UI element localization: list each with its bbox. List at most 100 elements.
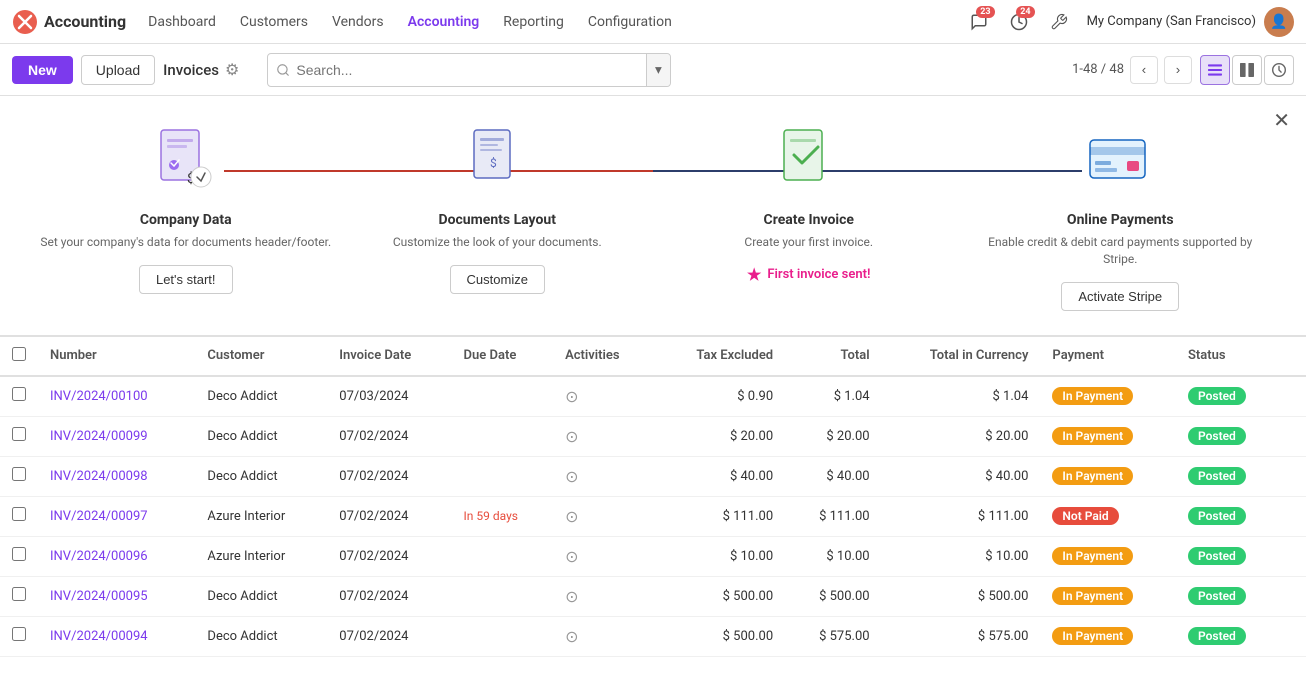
row-checkbox-0[interactable] xyxy=(12,387,26,401)
step-company-button[interactable]: Let's start! xyxy=(139,265,233,294)
cell-number-6: INV/2024/00094 xyxy=(38,616,195,656)
table-row[interactable]: INV/2024/00097 Azure Interior 07/02/2024… xyxy=(0,496,1306,536)
cell-total-4: $ 10.00 xyxy=(785,536,881,576)
cell-total-currency-1: $ 20.00 xyxy=(882,416,1041,456)
close-banner-button[interactable]: ✕ xyxy=(1273,108,1290,133)
cell-activities-2: ⊙ xyxy=(553,456,655,496)
cell-total-currency-2: $ 40.00 xyxy=(882,456,1041,496)
table-header: Number Customer Invoice Date Due Date Ac… xyxy=(0,336,1306,376)
onboarding-step-docs-layout: $ Documents Layout Customize the look of… xyxy=(352,120,644,294)
cell-customer-1: Deco Addict xyxy=(195,416,327,456)
cell-customer-0: Deco Addict xyxy=(195,376,327,417)
nav-vendors[interactable]: Vendors xyxy=(322,10,394,34)
table-row[interactable]: INV/2024/00095 Deco Addict 07/02/2024 ⊙ … xyxy=(0,576,1306,616)
activities-icon-btn[interactable]: 24 xyxy=(1003,6,1035,38)
list-view-icon xyxy=(1208,63,1222,77)
nav-icons-group: 23 24 My Company (San Francisco) 👤 xyxy=(963,6,1294,38)
activities-badge: 24 xyxy=(1016,6,1034,18)
cell-tax-excluded-0: $ 0.90 xyxy=(655,376,785,417)
chat-badge: 23 xyxy=(976,6,994,18)
cell-customer-4: Azure Interior xyxy=(195,536,327,576)
app-title: Accounting xyxy=(44,12,126,31)
step-company-icon: $ xyxy=(146,120,226,200)
col-tax-excluded: Tax Excluded xyxy=(655,336,785,376)
step-invoice-complete: ★ First invoice sent! xyxy=(747,265,870,284)
step-payments-button[interactable]: Activate Stripe xyxy=(1061,282,1179,311)
breadcrumb-settings-icon[interactable]: ⚙ xyxy=(225,60,239,79)
search-bar[interactable]: ▾ xyxy=(267,53,670,87)
row-checkbox-5[interactable] xyxy=(12,587,26,601)
cell-tax-excluded-1: $ 20.00 xyxy=(655,416,785,456)
star-icon: ★ xyxy=(747,265,761,284)
cell-invoice-date-2: 07/02/2024 xyxy=(327,456,451,496)
cell-total-5: $ 500.00 xyxy=(785,576,881,616)
cell-invoice-date-1: 07/02/2024 xyxy=(327,416,451,456)
onboarding-banner: ✕ $ Company Data Set your company's data… xyxy=(0,96,1306,336)
cell-tax-excluded-5: $ 500.00 xyxy=(655,576,785,616)
breadcrumb-label: Invoices xyxy=(163,61,219,79)
cell-status-4: Posted xyxy=(1176,536,1282,576)
settings-icon-btn[interactable] xyxy=(1043,6,1075,38)
row-checkbox-1[interactable] xyxy=(12,427,26,441)
col-due-date: Due Date xyxy=(452,336,554,376)
cell-payment-3: Not Paid xyxy=(1040,496,1176,536)
cell-tax-excluded-6: $ 500.00 xyxy=(655,616,785,656)
row-checkbox-4[interactable] xyxy=(12,547,26,561)
cell-payment-1: In Payment xyxy=(1040,416,1176,456)
list-view-button[interactable] xyxy=(1200,55,1230,85)
upload-button[interactable]: Upload xyxy=(81,55,155,85)
cell-status-5: Posted xyxy=(1176,576,1282,616)
row-checkbox-3[interactable] xyxy=(12,507,26,521)
app-logo[interactable]: Accounting xyxy=(12,9,126,35)
company-name[interactable]: My Company (San Francisco) xyxy=(1087,14,1256,29)
cell-total-2: $ 40.00 xyxy=(785,456,881,496)
cell-payment-5: In Payment xyxy=(1040,576,1176,616)
search-dropdown-button[interactable]: ▾ xyxy=(646,54,670,86)
nav-accounting[interactable]: Accounting xyxy=(398,10,490,34)
step-docs-button[interactable]: Customize xyxy=(450,265,545,294)
table-row[interactable]: INV/2024/00096 Azure Interior 07/02/2024… xyxy=(0,536,1306,576)
cell-activities-4: ⊙ xyxy=(553,536,655,576)
svg-text:$: $ xyxy=(490,156,497,170)
step-invoice-desc: Create your first invoice. xyxy=(744,234,873,251)
row-checkbox-2[interactable] xyxy=(12,467,26,481)
cell-status-1: Posted xyxy=(1176,416,1282,456)
kanban-view-button[interactable] xyxy=(1232,55,1262,85)
nav-customers[interactable]: Customers xyxy=(230,10,318,34)
clock-view-button[interactable] xyxy=(1264,55,1294,85)
search-input[interactable] xyxy=(296,62,640,78)
table-row[interactable]: INV/2024/00100 Deco Addict 07/03/2024 ⊙ … xyxy=(0,376,1306,417)
cell-tax-excluded-3: $ 111.00 xyxy=(655,496,785,536)
cell-activities-5: ⊙ xyxy=(553,576,655,616)
col-customer: Customer xyxy=(195,336,327,376)
user-avatar[interactable]: 👤 xyxy=(1264,7,1294,37)
nav-dashboard[interactable]: Dashboard xyxy=(138,10,226,34)
new-button[interactable]: New xyxy=(12,56,73,84)
cell-total-currency-6: $ 575.00 xyxy=(882,616,1041,656)
nav-reporting[interactable]: Reporting xyxy=(493,10,574,34)
table-row[interactable]: INV/2024/00098 Deco Addict 07/02/2024 ⊙ … xyxy=(0,456,1306,496)
toolbar: New Upload Invoices ⚙ ▾ 1-48 / 48 ‹ › xyxy=(0,44,1306,96)
col-total: Total xyxy=(785,336,881,376)
cell-number-0: INV/2024/00100 xyxy=(38,376,195,417)
cell-status-0: Posted xyxy=(1176,376,1282,417)
search-icon xyxy=(276,63,290,77)
next-page-button[interactable]: › xyxy=(1164,56,1192,84)
nav-configuration[interactable]: Configuration xyxy=(578,10,682,34)
table-row[interactable]: INV/2024/00099 Deco Addict 07/02/2024 ⊙ … xyxy=(0,416,1306,456)
select-all-checkbox[interactable] xyxy=(12,347,26,361)
col-status: Status xyxy=(1176,336,1282,376)
cell-tax-excluded-4: $ 10.00 xyxy=(655,536,785,576)
prev-page-button[interactable]: ‹ xyxy=(1130,56,1158,84)
onboarding-steps: $ Company Data Set your company's data f… xyxy=(40,120,1266,311)
cell-total-currency-4: $ 10.00 xyxy=(882,536,1041,576)
table-row[interactable]: INV/2024/00094 Deco Addict 07/02/2024 ⊙ … xyxy=(0,616,1306,656)
table-scroll-area[interactable]: Number Customer Invoice Date Due Date Ac… xyxy=(0,336,1306,690)
chat-icon-btn[interactable]: 23 xyxy=(963,6,995,38)
cell-due-date-0 xyxy=(452,376,554,417)
cell-due-date-5 xyxy=(452,576,554,616)
row-checkbox-6[interactable] xyxy=(12,627,26,641)
step-docs-desc: Customize the look of your documents. xyxy=(393,234,602,251)
step-invoice-title: Create Invoice xyxy=(764,212,854,228)
step-company-title: Company Data xyxy=(140,212,232,228)
